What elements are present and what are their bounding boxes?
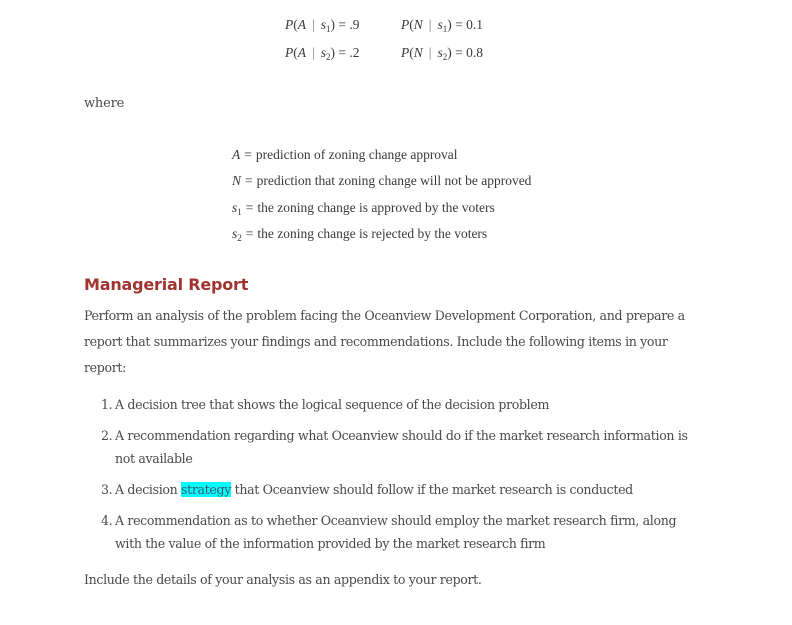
prob-n-given-s1: P(N | s1) = 0.1	[401, 17, 483, 34]
list-item-number: 1.	[101, 397, 113, 412]
list-item-text: A decision tree that shows the logical s…	[115, 397, 550, 412]
report-closing-paragraph: Include the details of your analysis as …	[84, 572, 482, 587]
list-item-text: A decision	[115, 482, 182, 497]
list-item: 4. A recommendation as to whether Oceanv…	[84, 509, 704, 555]
highlighted-word[interactable]: strategy	[181, 482, 231, 497]
list-item-text: A recommendation as to whether Oceanview…	[115, 513, 677, 551]
list-item: 2. A recommendation regarding what Ocean…	[84, 424, 704, 470]
list-item-text: A recommendation regarding what Oceanvie…	[115, 428, 688, 466]
prob-n-given-s2: P(N | s2) = 0.8	[401, 45, 483, 62]
list-item-text-after: that Oceanview should follow if the mark…	[230, 482, 634, 497]
probability-row-1: P(A | s1) = .9 P(N | s1) = 0.1	[285, 17, 483, 34]
prob-a-given-s2: P(A | s2) = .2	[285, 45, 360, 62]
list-item-number: 3.	[101, 482, 113, 497]
report-intro-paragraph: Perform an analysis of the problem facin…	[84, 308, 685, 375]
report-items-list: 1. A decision tree that shows the logica…	[84, 393, 704, 563]
prob-a-given-s1: P(A | s1) = .9	[285, 17, 360, 34]
definition-a: A = prediction of zoning change approval	[232, 147, 458, 162]
list-item-number: 4.	[101, 513, 113, 528]
definition-s2: s2 = the zoning change is rejected by the …	[232, 226, 488, 243]
probability-row-2: P(A | s2) = .2 P(N | s2) = 0.8	[285, 45, 483, 62]
definition-n: N = prediction that zoning change will not…	[232, 173, 532, 188]
list-item: 3. A decision strategy that Oceanview sh…	[84, 478, 704, 501]
list-item: 1. A decision tree that shows the logica…	[84, 393, 704, 416]
managerial-report-heading: Managerial Report	[84, 275, 249, 294]
where-label: where	[84, 96, 125, 111]
definition-s1: s1 = the zoning change is approved by the …	[232, 200, 495, 217]
list-item-number: 2.	[101, 428, 113, 443]
